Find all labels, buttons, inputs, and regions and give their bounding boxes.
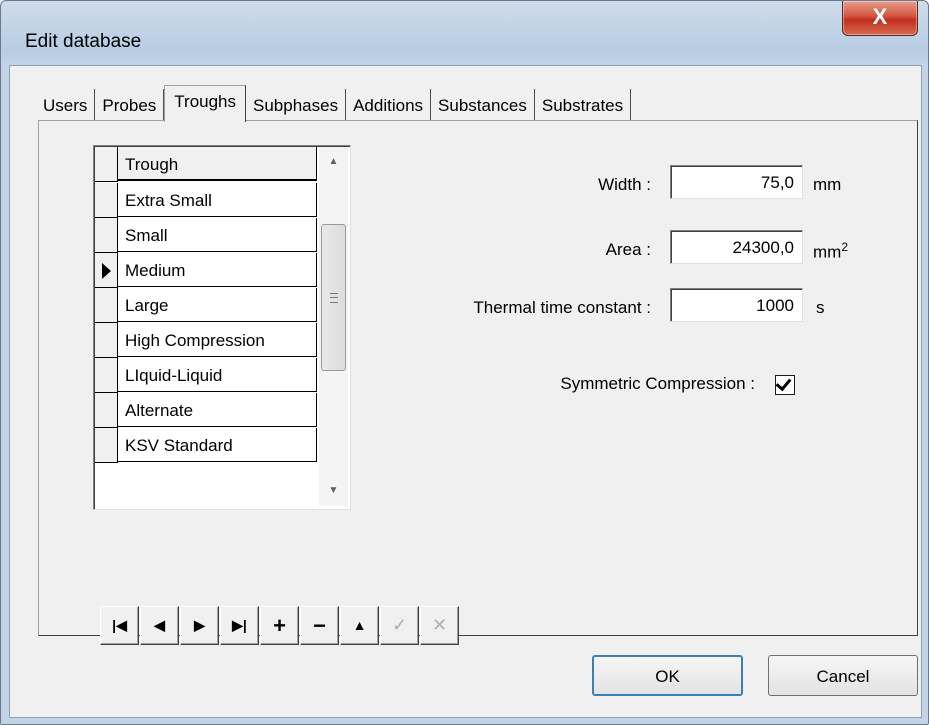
trough-name-cell[interactable]: Medium bbox=[118, 253, 317, 287]
insert-record-button[interactable]: + bbox=[260, 606, 299, 645]
prior-record-button[interactable]: ◀ bbox=[140, 606, 179, 645]
table-row[interactable]: Extra Small bbox=[95, 183, 317, 219]
tab-users[interactable]: Users bbox=[36, 89, 96, 121]
thermal-time-constant-label: Thermal time constant : bbox=[473, 298, 651, 317]
edit-database-dialog: Edit database X Users Probes Troughs Sub… bbox=[0, 0, 929, 725]
scroll-down-arrow-icon[interactable]: ▼ bbox=[319, 476, 348, 506]
last-record-button[interactable]: ▶| bbox=[220, 606, 259, 645]
trough-name-cell[interactable]: Large bbox=[118, 288, 317, 322]
width-label: Width : bbox=[598, 175, 651, 194]
record-navigator: |◀ ◀ ▶ ▶| + − ▲ ✓ ✕ bbox=[100, 606, 460, 647]
row-indicator bbox=[95, 323, 118, 358]
cancel-edit-button[interactable]: ✕ bbox=[420, 606, 459, 645]
post-record-button[interactable]: ✓ bbox=[380, 606, 419, 645]
trough-name-cell[interactable]: Extra Small bbox=[118, 183, 317, 217]
thermal-time-constant-field[interactable]: 1000 bbox=[670, 288, 803, 322]
area-unit: mm2 bbox=[813, 240, 848, 263]
area-label: Area : bbox=[605, 240, 651, 259]
symmetric-compression-checkbox[interactable] bbox=[775, 374, 795, 395]
table-row[interactable]: KSV Standard bbox=[95, 428, 317, 464]
tab-probes[interactable]: Probes bbox=[95, 89, 165, 121]
table-row[interactable]: High Compression bbox=[95, 323, 317, 359]
dialog-client-area: Users Probes Troughs Subphases Additions… bbox=[9, 65, 922, 718]
trough-name-cell[interactable]: Small bbox=[118, 218, 317, 252]
grid-vertical-scrollbar[interactable]: ▲ ▼ bbox=[319, 147, 348, 506]
current-row-arrow-icon bbox=[102, 263, 111, 279]
grip-icon bbox=[330, 293, 338, 303]
next-record-button[interactable]: ▶ bbox=[180, 606, 219, 645]
table-row[interactable]: LIquid-Liquid bbox=[95, 358, 317, 394]
tab-subphases[interactable]: Subphases bbox=[246, 89, 347, 121]
table-row-selected[interactable]: Medium bbox=[95, 253, 317, 289]
scroll-up-arrow-icon[interactable]: ▲ bbox=[319, 147, 348, 177]
first-record-button[interactable]: |◀ bbox=[100, 606, 139, 645]
width-unit: mm bbox=[813, 175, 842, 194]
title-bar[interactable]: Edit database X bbox=[1, 1, 928, 65]
tab-substrates[interactable]: Substrates bbox=[534, 89, 632, 121]
row-indicator bbox=[95, 183, 118, 218]
tab-substances[interactable]: Substances bbox=[431, 89, 535, 121]
edit-record-button[interactable]: ▲ bbox=[340, 606, 379, 645]
table-row[interactable]: Large bbox=[95, 288, 317, 324]
troughs-grid[interactable]: Trough Extra Small Small Medium Large Hi… bbox=[93, 145, 351, 510]
table-row[interactable]: Alternate bbox=[95, 393, 317, 429]
trough-name-cell[interactable]: KSV Standard bbox=[118, 428, 317, 462]
thermal-time-constant-unit: s bbox=[816, 298, 825, 317]
row-indicator bbox=[95, 218, 118, 253]
symmetric-compression-label: Symmetric Compression : bbox=[560, 374, 755, 393]
delete-record-button[interactable]: − bbox=[300, 606, 339, 645]
tab-additions[interactable]: Additions bbox=[346, 89, 432, 121]
column-header-trough[interactable]: Trough bbox=[118, 147, 317, 181]
table-row[interactable]: Small bbox=[95, 218, 317, 254]
area-field[interactable]: 24300,0 bbox=[670, 230, 803, 264]
row-indicator bbox=[95, 393, 118, 428]
cancel-button[interactable]: Cancel bbox=[768, 655, 918, 696]
ok-button[interactable]: OK bbox=[592, 655, 743, 696]
close-button[interactable]: X bbox=[842, 1, 918, 36]
tab-strip: Users Probes Troughs Subphases Additions… bbox=[36, 85, 632, 122]
window-title: Edit database bbox=[25, 31, 142, 52]
row-indicator bbox=[95, 428, 118, 463]
row-indicator bbox=[95, 358, 118, 393]
area-unit-text: mm bbox=[813, 242, 842, 262]
area-unit-superscript: 2 bbox=[841, 240, 849, 254]
width-field[interactable]: 75,0 bbox=[670, 165, 803, 199]
scrollbar-thumb[interactable] bbox=[321, 224, 346, 371]
checkmark-icon bbox=[775, 374, 792, 392]
grid-header-row: Trough bbox=[95, 147, 317, 183]
tab-troughs[interactable]: Troughs bbox=[164, 85, 247, 122]
row-indicator bbox=[95, 288, 118, 323]
trough-name-cell[interactable]: LIquid-Liquid bbox=[118, 358, 317, 392]
trough-name-cell[interactable]: High Compression bbox=[118, 323, 317, 357]
row-indicator bbox=[95, 253, 118, 288]
trough-name-cell[interactable]: Alternate bbox=[118, 393, 317, 427]
header-indicator-cell bbox=[95, 147, 118, 182]
